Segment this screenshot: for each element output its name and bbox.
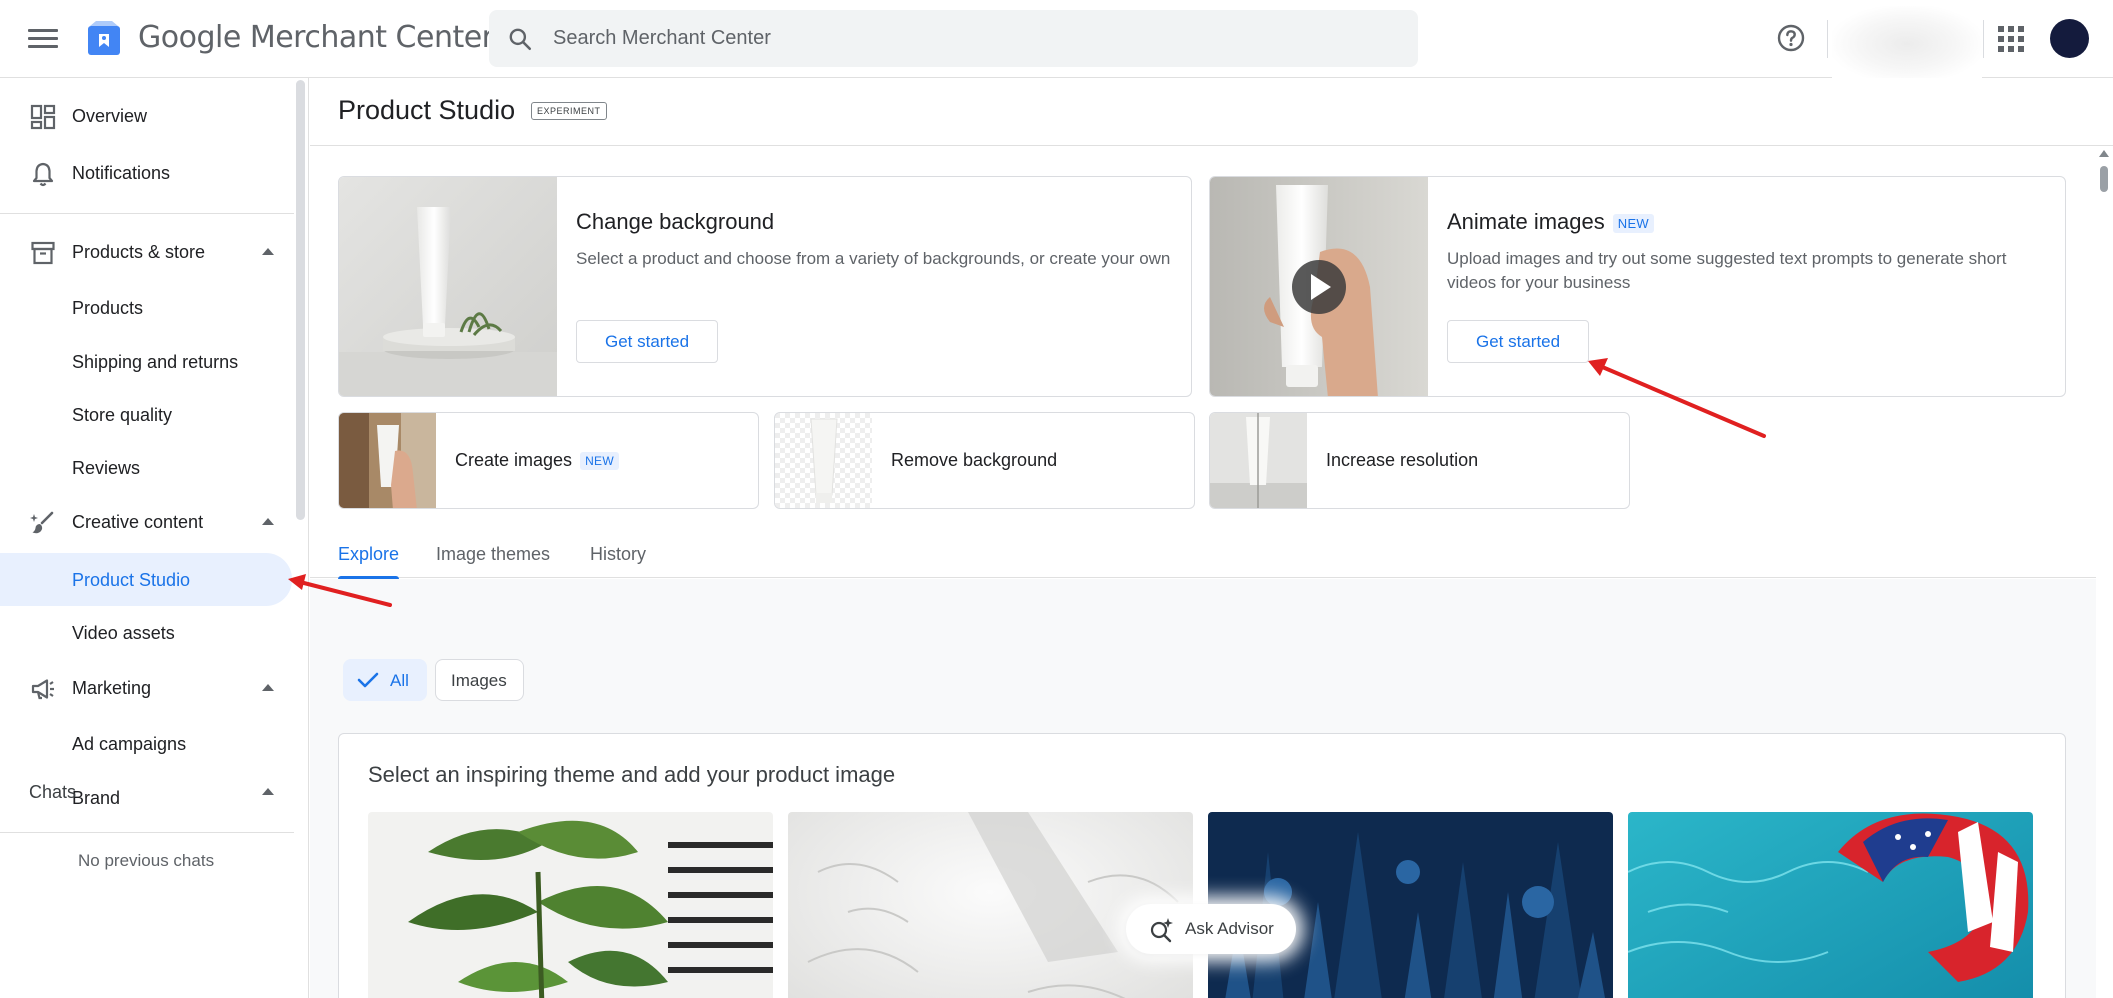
search-input[interactable] bbox=[553, 10, 1393, 67]
change-background-thumbnail bbox=[339, 177, 557, 396]
sidebar-item-label: Notifications bbox=[72, 163, 171, 183]
toolbar-divider bbox=[1827, 20, 1828, 58]
plant-theme-image[interactable] bbox=[368, 812, 773, 998]
card-title: Create images NEW bbox=[455, 450, 619, 471]
pool-float-theme-image[interactable] bbox=[1628, 812, 2033, 998]
change-background-get-started-button[interactable]: Get started bbox=[576, 320, 719, 363]
new-badge: NEW bbox=[580, 452, 619, 471]
card-title: Change background bbox=[576, 209, 775, 234]
account-switcher[interactable] bbox=[1832, 6, 1982, 82]
sidebar-section-creative-content[interactable]: Creative content bbox=[0, 496, 292, 549]
merchant-center-logo-icon bbox=[88, 21, 120, 55]
chats-collapse-caret-icon[interactable] bbox=[262, 788, 274, 795]
sidebar-item-notifications[interactable]: Notifications bbox=[0, 147, 292, 200]
megaphone-icon bbox=[31, 679, 54, 700]
sidebar-item-label: Store quality bbox=[72, 405, 173, 425]
ask-advisor-button[interactable]: Ask Advisor bbox=[1126, 904, 1296, 954]
advisor-spark-search-icon bbox=[1150, 918, 1173, 943]
sidebar-item-label: Video assets bbox=[72, 623, 175, 643]
check-icon bbox=[357, 672, 379, 688]
sidebar-item-label: Shipping and returns bbox=[72, 352, 239, 372]
collapse-caret-icon[interactable] bbox=[262, 684, 274, 691]
change-background-card[interactable]: Change background Select a product and c… bbox=[338, 176, 1192, 397]
collapse-caret-icon[interactable] bbox=[262, 248, 274, 255]
tab-explore[interactable]: Explore bbox=[338, 530, 400, 579]
sidebar-item-products[interactable]: Products bbox=[0, 283, 292, 333]
sidebar-item-store-quality[interactable]: Store quality bbox=[0, 390, 292, 440]
sidebar-item-reviews[interactable]: Reviews bbox=[0, 443, 292, 493]
increase-resolution-card[interactable]: Increase resolution bbox=[1209, 412, 1630, 509]
sidebar-section-label: Products & store bbox=[72, 242, 206, 262]
remove-background-card[interactable]: Remove background bbox=[774, 412, 1195, 509]
sidebar-section-marketing[interactable]: Marketing bbox=[0, 662, 292, 715]
sidebar-item-product-studio[interactable]: Product Studio bbox=[0, 553, 292, 606]
create-images-card[interactable]: Create images NEW bbox=[338, 412, 759, 509]
sidebar-item-ad-campaigns[interactable]: Ad campaigns bbox=[0, 719, 292, 769]
sidebar-item-label: Overview bbox=[72, 106, 148, 126]
tab-history[interactable]: History bbox=[590, 530, 646, 578]
app-title[interactable]: Google Merchant Center bbox=[138, 20, 494, 55]
sidebar-item-shipping-returns[interactable]: Shipping and returns bbox=[0, 337, 292, 387]
sidebar-section-products-store[interactable]: Products & store bbox=[0, 226, 292, 279]
remove-background-thumbnail bbox=[775, 413, 872, 508]
filter-chip-images[interactable]: Images bbox=[435, 659, 524, 701]
filter-chip-all[interactable]: All bbox=[343, 659, 427, 701]
tab-bar: Explore Image themes History bbox=[310, 530, 2096, 579]
increase-resolution-thumbnail bbox=[1210, 413, 1307, 508]
help-icon[interactable] bbox=[1775, 22, 1807, 54]
brush-icon bbox=[30, 511, 54, 534]
chip-label: All bbox=[390, 671, 409, 690]
sidebar-item-overview[interactable]: Overview bbox=[0, 90, 292, 143]
animate-images-get-started-button[interactable]: Get started bbox=[1447, 320, 1590, 363]
main-scrollbar[interactable] bbox=[2100, 166, 2108, 192]
card-description: Select a product and choose from a varie… bbox=[576, 249, 1171, 268]
animate-images-card[interactable]: Animate images NEW Upload images and try … bbox=[1209, 176, 2066, 397]
sidebar-divider bbox=[0, 832, 294, 833]
card-title: Animate images NEW bbox=[1447, 209, 1654, 235]
avatar[interactable] bbox=[2050, 19, 2089, 58]
animate-images-thumbnail bbox=[1210, 177, 1428, 396]
white-plaster-theme-image[interactable] bbox=[788, 812, 1193, 998]
sidebar-item-video-assets[interactable]: Video assets bbox=[0, 608, 292, 658]
toolbar-divider bbox=[1983, 20, 1984, 58]
page-title: Product Studio bbox=[338, 95, 516, 125]
title-divider bbox=[310, 145, 2113, 146]
card-title-text: Create images bbox=[455, 450, 573, 470]
sidebar-section-label: Creative content bbox=[72, 512, 204, 532]
collapse-caret-icon[interactable] bbox=[262, 518, 274, 525]
main-content: Product Studio EXPERIMENT Change backgro… bbox=[310, 78, 2113, 998]
experiment-badge: EXPERIMENT bbox=[531, 102, 607, 120]
theme-gallery-title: Select an inspiring theme and add your p… bbox=[368, 762, 896, 787]
sidebar-divider bbox=[0, 213, 294, 214]
create-images-thumbnail bbox=[339, 413, 436, 508]
card-title: Remove background bbox=[891, 450, 1058, 470]
chats-title: Chats bbox=[29, 782, 77, 802]
no-chats-text: No previous chats bbox=[78, 851, 215, 870]
card-title-text: Animate images bbox=[1447, 209, 1605, 234]
sidebar-item-label: Ad campaigns bbox=[72, 734, 187, 754]
store-icon bbox=[31, 241, 55, 265]
card-description: Upload images and try out some suggested… bbox=[1447, 249, 2007, 292]
chip-label: Images bbox=[451, 671, 507, 690]
bell-icon bbox=[32, 162, 54, 187]
search-bar[interactable] bbox=[489, 10, 1418, 67]
dashboard-icon bbox=[30, 104, 56, 130]
card-title: Increase resolution bbox=[1326, 450, 1479, 470]
main-menu-button[interactable] bbox=[28, 26, 58, 52]
sidebar-scrollbar[interactable] bbox=[296, 80, 305, 520]
top-app-bar: Google Merchant Center bbox=[0, 0, 2113, 82]
sidebar-item-label: Brand bbox=[72, 788, 121, 808]
sidebar-item-label: Reviews bbox=[72, 458, 141, 478]
scroll-up-arrow-icon[interactable] bbox=[2099, 150, 2109, 157]
sidebar-item-label: Product Studio bbox=[72, 570, 191, 590]
sidebar-section-label: Marketing bbox=[72, 678, 152, 698]
apps-grid-icon[interactable] bbox=[1998, 26, 2024, 52]
theme-gallery: Select an inspiring theme and add your p… bbox=[338, 733, 2066, 998]
ask-advisor-label: Ask Advisor bbox=[1185, 919, 1274, 938]
new-badge: NEW bbox=[1612, 213, 1654, 233]
tab-image-themes[interactable]: Image themes bbox=[436, 530, 550, 578]
search-icon bbox=[509, 28, 532, 51]
sidebar-item-label: Products bbox=[72, 298, 144, 318]
